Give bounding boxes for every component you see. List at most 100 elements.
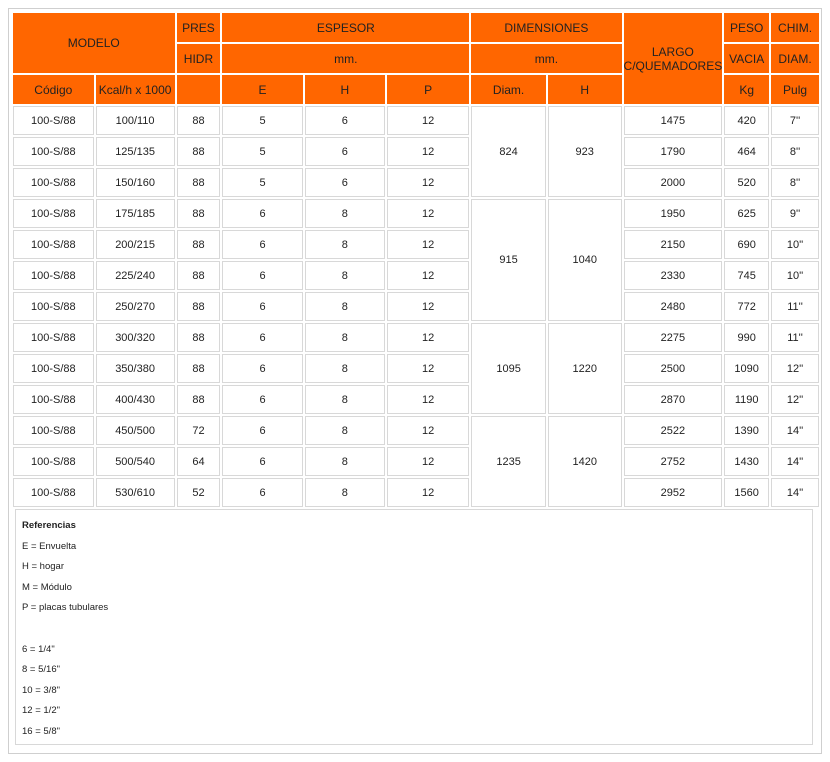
table-row: 100-S/88 200/215 88 6 8 12 2150 690 10'' xyxy=(13,230,819,259)
cell-pres: 88 xyxy=(176,106,221,135)
cell-p: 12 xyxy=(386,261,470,290)
cell-kcal: 125/135 xyxy=(95,137,175,166)
cell-p: 12 xyxy=(386,168,470,197)
cell-pres: 88 xyxy=(176,292,221,321)
header-hidr: HIDR xyxy=(176,44,221,73)
cell-largo: 1475 xyxy=(623,106,723,135)
cell-pres: 88 xyxy=(176,137,221,166)
table-row: 100-S/88 100/110 88 5 6 12 824 923 1475 420 7'' xyxy=(13,106,819,197)
cell-codigo: 100-S/88 xyxy=(13,385,94,414)
cell-chim: 11'' xyxy=(771,292,819,321)
cell-dim-diam: 1095 xyxy=(471,323,546,414)
cell-e: 6 xyxy=(222,447,303,476)
cell-h: 8 xyxy=(304,292,385,321)
cell-h: 8 xyxy=(304,230,385,259)
header-e: E xyxy=(222,75,303,104)
cell-h: 8 xyxy=(304,478,385,507)
cell-chim: 11'' xyxy=(771,323,819,352)
header-largo-line2: C/QUEMADORES xyxy=(623,58,723,73)
cell-dim-diam: 824 xyxy=(471,106,546,197)
cell-codigo: 100-S/88 xyxy=(13,447,94,476)
header-vacia: VACIA xyxy=(724,44,770,73)
cell-e: 6 xyxy=(222,261,303,290)
cell-codigo: 100-S/88 xyxy=(13,354,94,383)
cell-peso: 1090 xyxy=(724,354,770,383)
cell-peso: 772 xyxy=(724,292,770,321)
cell-peso: 420 xyxy=(724,106,770,135)
cell-kcal: 100/110 xyxy=(95,106,175,135)
cell-dim-h: 1220 xyxy=(547,323,622,414)
cell-chim: 7'' xyxy=(771,106,819,135)
header-espesor-unit: mm. xyxy=(222,44,470,73)
header-h-dim: H xyxy=(547,75,622,104)
references-spacer xyxy=(22,619,812,640)
cell-codigo: 100-S/88 xyxy=(13,292,94,321)
cell-kcal: 500/540 xyxy=(95,447,175,476)
cell-codigo: 100-S/88 xyxy=(13,137,94,166)
cell-h: 8 xyxy=(304,199,385,228)
cell-largo: 2330 xyxy=(623,261,723,290)
cell-e: 6 xyxy=(222,385,303,414)
cell-pres: 88 xyxy=(176,323,221,352)
table-row: 100-S/88 400/430 88 6 8 12 2870 1190 12'' xyxy=(13,385,819,414)
cell-h: 8 xyxy=(304,447,385,476)
cell-e: 6 xyxy=(222,354,303,383)
cell-chim: 8'' xyxy=(771,137,819,166)
header-largo-line1: LARGO xyxy=(651,44,694,59)
cell-peso: 625 xyxy=(724,199,770,228)
cell-p: 12 xyxy=(386,385,470,414)
table-row: 100-S/88 125/135 88 5 6 12 1790 464 8'' xyxy=(13,137,819,166)
header-modelo: MODELO xyxy=(13,13,175,73)
reference-item: H = hogar xyxy=(22,561,64,573)
cell-e: 6 xyxy=(222,199,303,228)
cell-pres: 88 xyxy=(176,385,221,414)
cell-kcal: 300/320 xyxy=(95,323,175,352)
cell-peso: 745 xyxy=(724,261,770,290)
thickness-equivalence: 10 = 3/8" xyxy=(22,684,60,696)
cell-p: 12 xyxy=(386,137,470,166)
cell-e: 6 xyxy=(222,292,303,321)
reference-item: M = Módulo xyxy=(22,581,72,593)
header-peso: PESO xyxy=(724,13,770,42)
cell-largo: 2150 xyxy=(623,230,723,259)
table-row: 100-S/88 150/160 88 5 6 12 2000 520 8'' xyxy=(13,168,819,197)
header-codigo: Código xyxy=(13,75,94,104)
cell-e: 5 xyxy=(222,168,303,197)
cell-kcal: 530/610 xyxy=(95,478,175,507)
table-row: 100-S/88 175/185 88 6 8 12 915 1040 1950 625 9'' xyxy=(13,199,819,321)
header-pulg: Pulg xyxy=(771,75,819,104)
cell-largo: 2480 xyxy=(623,292,723,321)
cell-chim: 12'' xyxy=(771,385,819,414)
cell-e: 5 xyxy=(222,106,303,135)
cell-largo: 2870 xyxy=(623,385,723,414)
spec-panel: MODELO PRES ESPESOR DIMENSIONES LARGO C/… xyxy=(8,8,822,754)
cell-pres: 72 xyxy=(176,416,221,445)
cell-pres: 88 xyxy=(176,230,221,259)
cell-largo: 2275 xyxy=(623,323,723,352)
table-row: 100-S/88 500/540 64 6 8 12 2752 1430 14'' xyxy=(13,447,819,476)
cell-p: 12 xyxy=(386,292,470,321)
cell-peso: 464 xyxy=(724,137,770,166)
header-dimensiones-unit: mm. xyxy=(471,44,622,73)
cell-largo: 2000 xyxy=(623,168,723,197)
cell-codigo: 100-S/88 xyxy=(13,168,94,197)
header-p: P xyxy=(386,75,470,104)
cell-codigo: 100-S/88 xyxy=(13,230,94,259)
cell-codigo: 100-S/88 xyxy=(13,261,94,290)
cell-pres: 52 xyxy=(176,478,221,507)
cell-p: 12 xyxy=(386,106,470,135)
cell-kcal: 175/185 xyxy=(95,199,175,228)
cell-e: 6 xyxy=(222,323,303,352)
header-diam: DIAM. xyxy=(771,44,819,73)
cell-peso: 1390 xyxy=(724,416,770,445)
cell-chim: 14'' xyxy=(771,478,819,507)
header-largo: LARGO C/QUEMADORES xyxy=(623,13,723,104)
cell-largo: 1790 xyxy=(623,137,723,166)
cell-chim: 10'' xyxy=(771,261,819,290)
cell-peso: 520 xyxy=(724,168,770,197)
header-kcal: Kcal/h x 1000 xyxy=(95,75,175,104)
cell-dim-h: 1420 xyxy=(547,416,622,507)
table-row: 100-S/88 300/320 88 6 8 12 1095 1220 2275 990 11'' xyxy=(13,323,819,414)
references-title: Referencias xyxy=(22,520,76,531)
cell-largo: 2500 xyxy=(623,354,723,383)
